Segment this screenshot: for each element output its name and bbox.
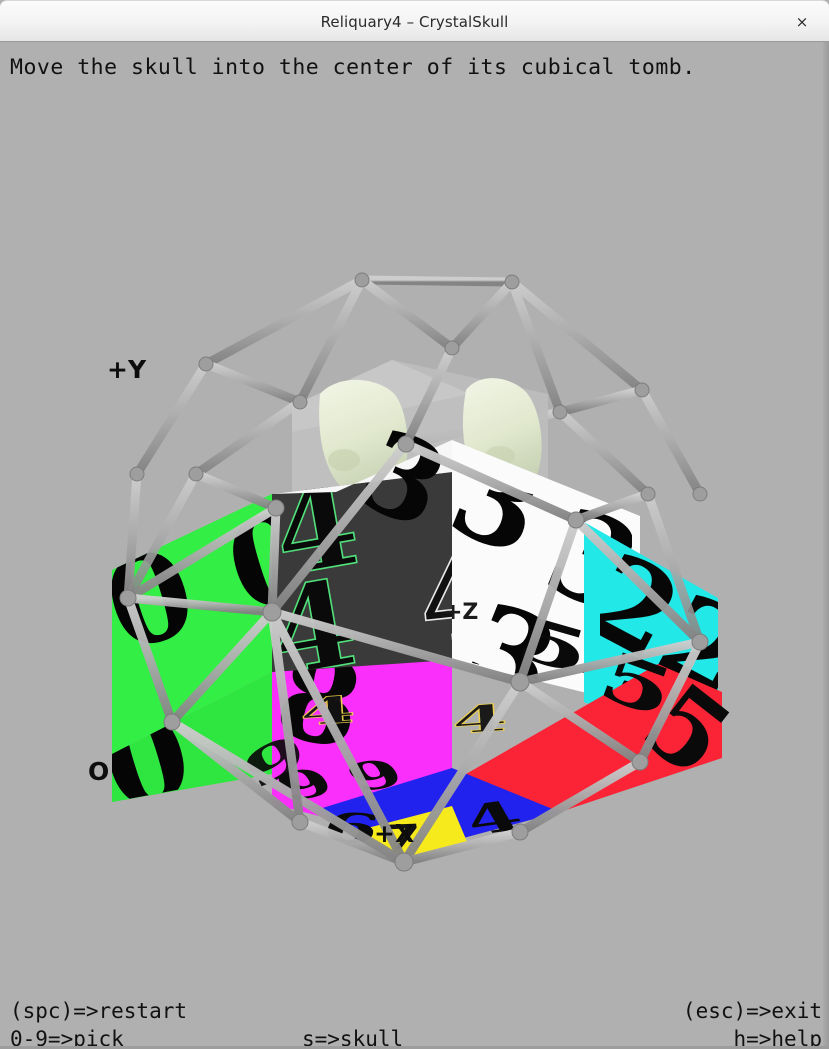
axis-label-y: +Y	[107, 355, 147, 384]
close-icon[interactable]: ×	[785, 1, 819, 43]
hint-exit: (esc)=>exit	[682, 999, 822, 1023]
window-right-edge	[823, 42, 829, 1049]
title-bar: Reliquary4 – CrystalSkull ×	[0, 0, 829, 42]
scene-graphics: 0 0 0 8 9 4 4 4 4 3 3 3 2 2 5 5 5 6 4 7 …	[112, 272, 754, 872]
axis-label-x: +X	[374, 819, 415, 848]
game-canvas[interactable]: 0 0 0 8 9 4 4 4 4 3 3 3 2 2 5 5 5 6 4 7 …	[0, 42, 829, 1049]
instruction-text: Move the skull into the center of its cu…	[10, 55, 696, 80]
3d-scene: 0 0 0 8 9 4 4 4 4 3 3 3 2 2 5 5 5 6 4 7 …	[0, 42, 829, 1049]
app-window: Reliquary4 – CrystalSkull × 0 0 0 8 9 4 …	[0, 0, 829, 1049]
hint-restart: (spc)=>restart	[10, 999, 188, 1023]
axis-label-origin: O	[88, 757, 110, 786]
window-title: Reliquary4 – CrystalSkull	[320, 13, 509, 31]
axis-label-z: +Z	[444, 600, 479, 625]
